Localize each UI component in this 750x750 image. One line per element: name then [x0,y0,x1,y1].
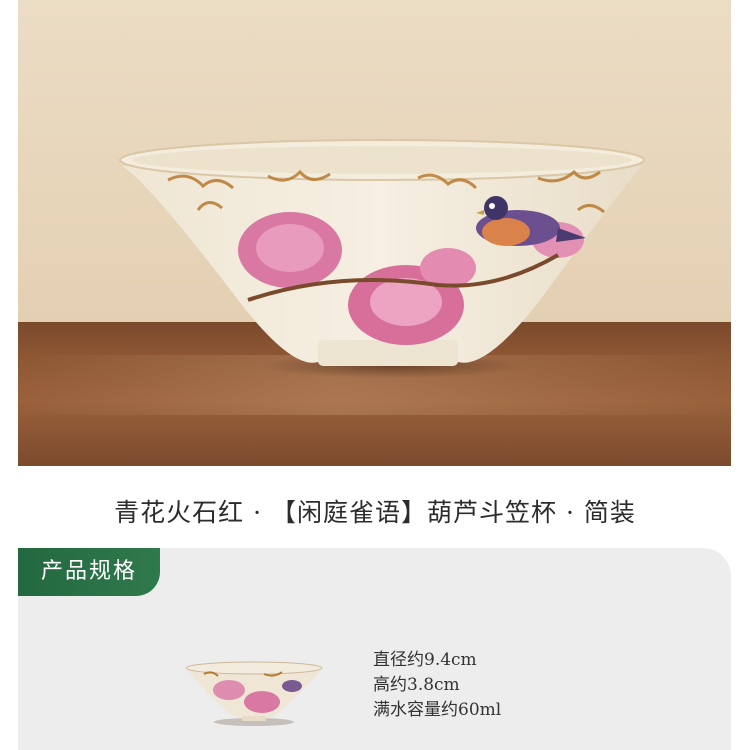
spec-diameter: 直径约9.4cm [373,650,477,670]
spec-height: 高约3.8cm [373,675,460,695]
tea-cup-photo [119,139,645,378]
product-hero-photo [18,0,731,466]
spec-section-tab: 产品规格 [18,548,160,596]
product-title: 青花火石红 · 【闲庭雀语】葫芦斗笠杯 · 简装 [114,498,636,527]
spec-capacity: 满水容量约60ml [373,700,502,720]
spec-list: 直径约9.4cm 高约3.8cm 满水容量约60ml [373,648,501,723]
tea-cup-thumbnail [185,661,323,726]
